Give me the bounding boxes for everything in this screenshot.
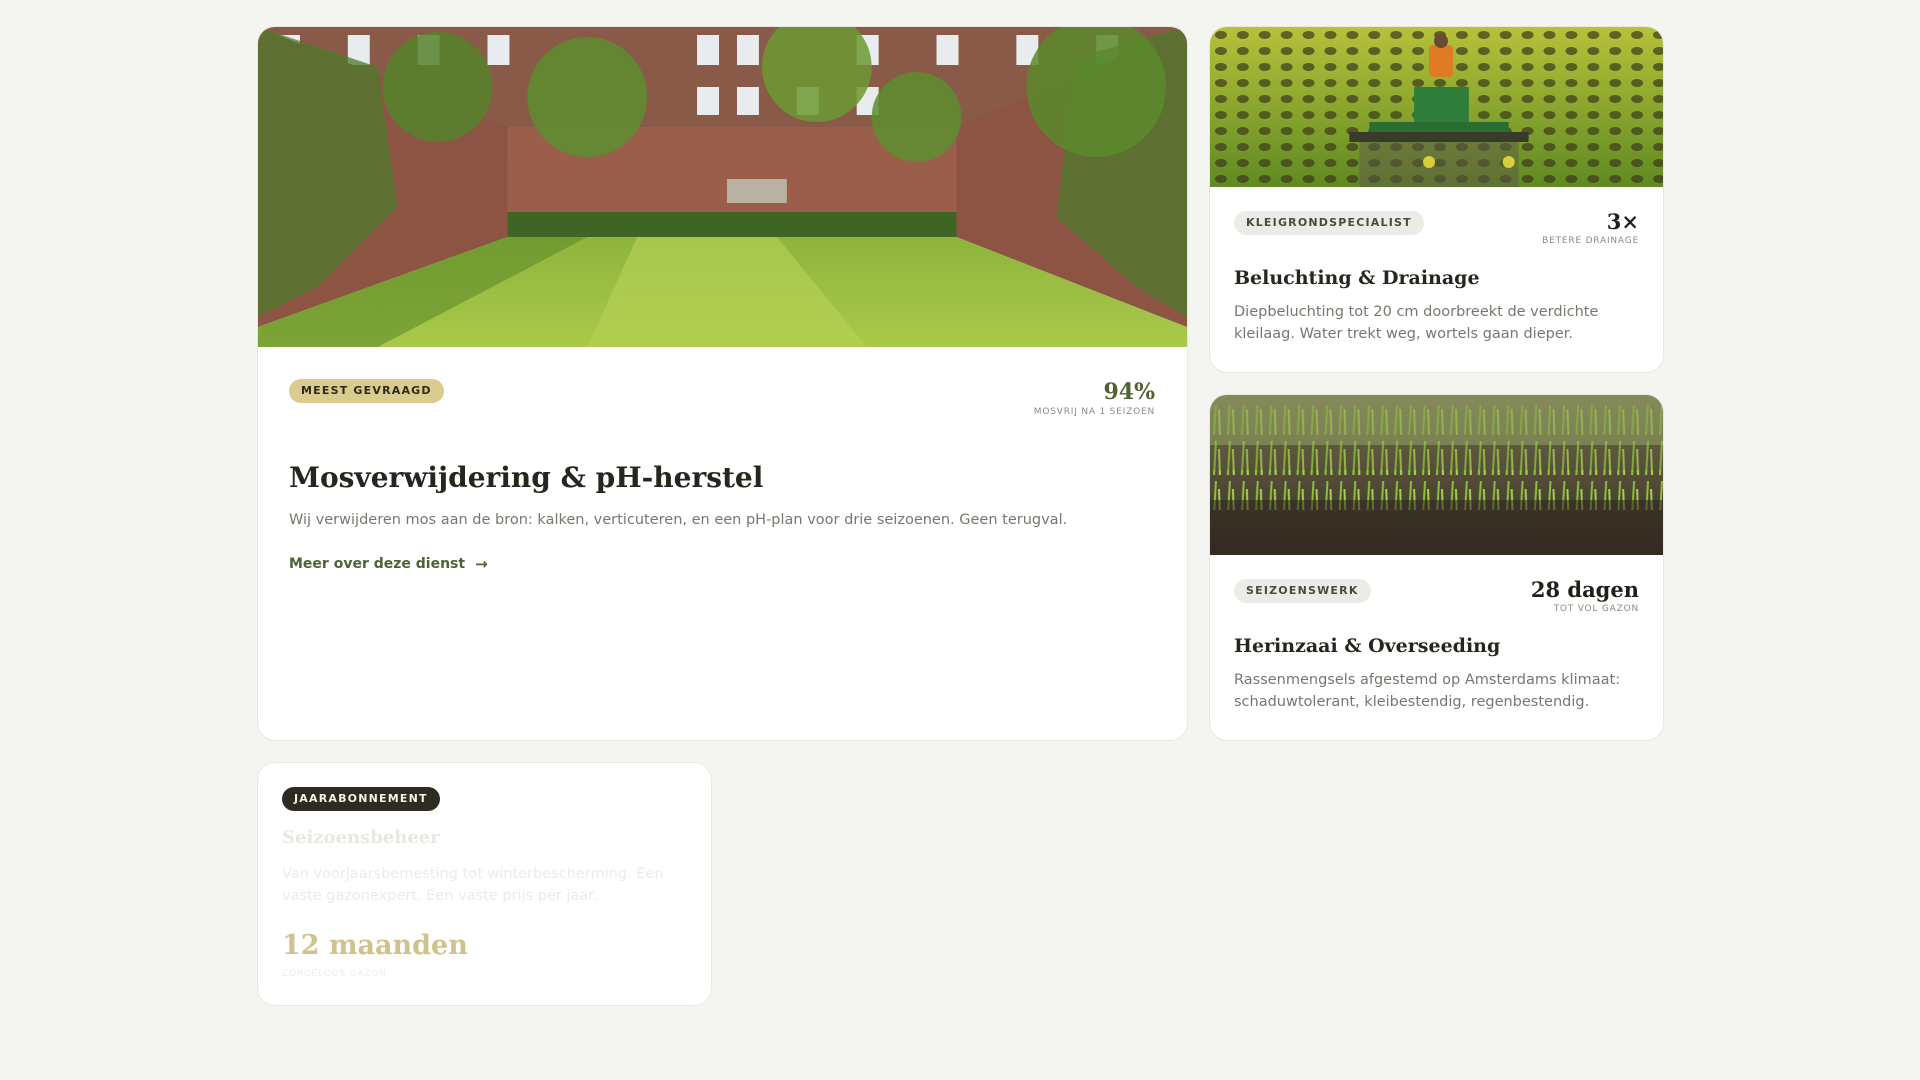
- service-description: Rassenmengsels afgestemd op Amsterdams k…: [1234, 672, 1621, 710]
- stat-label: ZORGELOOS GAZON: [282, 969, 387, 979]
- stat-value: 3×: [1606, 209, 1639, 234]
- service-card-drainage[interactable]: KLEIGRONDSPECIALIST 3× BETERE DRAINAGE B…: [1209, 26, 1664, 373]
- stat-label: BETERE DRAINAGE: [1542, 236, 1639, 246]
- service-card-moss[interactable]: MEEST GEVRAAGD 94% MOSVRIJ NA 1 SEIZOEN …: [257, 26, 1188, 741]
- stat-label: MOSVRIJ NA 1 SEIZOEN: [1033, 407, 1155, 417]
- drainage-stat: 3× BETERE DRAINAGE: [1542, 209, 1639, 246]
- garden-photo: [258, 27, 1187, 347]
- service-description: Diepbeluchting tot 20 cm doorbreekt de v…: [1234, 304, 1599, 342]
- grass-seedlings-photo: [1210, 395, 1663, 555]
- moss-free-stat: 94% MOSVRIJ NA 1 SEIZOEN: [1034, 379, 1155, 417]
- annual-subscription-badge: JAARABONNEMENT: [282, 787, 440, 811]
- stat-value: 12 maanden: [282, 930, 468, 961]
- service-title: Beluchting & Drainage: [1234, 267, 1480, 289]
- service-card-seeding[interactable]: SEIZOENSWERK 28 dagen TOT VOL GAZON Heri…: [1209, 394, 1664, 741]
- stat-value: 28 dagen: [1530, 577, 1639, 602]
- service-card-season[interactable]: JAARABONNEMENT Seizoensbeheer Van voorja…: [257, 762, 712, 1006]
- most-requested-badge: MEEST GEVRAAGD: [289, 379, 444, 403]
- stat-label: TOT VOL GAZON: [1553, 604, 1639, 614]
- arrow-right-icon: →: [475, 555, 488, 573]
- seeding-stat: 28 dagen TOT VOL GAZON: [1531, 577, 1639, 614]
- aeration-tractor-photo: [1210, 27, 1663, 187]
- service-title: Herinzaai & Overseeding: [1234, 635, 1501, 657]
- service-title: Seizoensbeheer: [282, 827, 440, 848]
- service-description: Wij verwijderen mos aan de bron: kalken,…: [289, 512, 1068, 528]
- link-label: Meer over deze dienst: [289, 556, 466, 572]
- stat-value: 94%: [1103, 379, 1155, 405]
- service-title: Mosverwijdering & pH-herstel: [289, 461, 764, 494]
- seasonal-work-badge: SEIZOENSWERK: [1234, 579, 1371, 603]
- clay-specialist-badge: KLEIGRONDSPECIALIST: [1234, 211, 1424, 235]
- more-about-service-link[interactable]: Meer over deze dienst →: [289, 555, 488, 573]
- service-description: Van voorjaarsbemesting tot winterbescher…: [282, 866, 664, 904]
